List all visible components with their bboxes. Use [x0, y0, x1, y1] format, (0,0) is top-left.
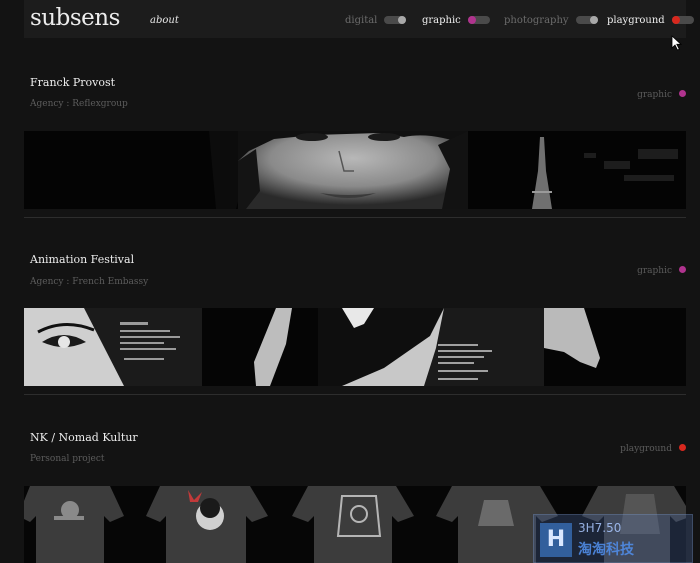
about-link[interactable]: about — [150, 15, 179, 26]
project-card[interactable]: Animation Festival Agency : French Embas… — [24, 252, 686, 388]
filter-toggle[interactable] — [671, 16, 694, 24]
banner-graphic — [24, 131, 686, 209]
project-category: graphic — [637, 90, 672, 100]
project-title[interactable]: Animation Festival — [30, 253, 134, 266]
project-banner-image[interactable] — [24, 131, 686, 209]
filter-label: digital — [345, 14, 378, 26]
project-category: graphic — [637, 266, 672, 276]
site-watermark: H 3H7.50 淘淘科技 — [533, 514, 693, 563]
filter-label: playground — [607, 14, 665, 26]
project-card[interactable]: Franck Provost Agency : Reflexgroup grap… — [24, 74, 686, 210]
section-divider — [24, 394, 686, 395]
mouse-pointer-icon — [671, 35, 682, 51]
watermark-brand: 淘淘科技 — [578, 542, 634, 558]
site-logo[interactable]: subsens — [30, 5, 120, 31]
filter-digital[interactable]: digital — [345, 14, 407, 26]
section-divider — [24, 217, 686, 218]
category-dot — [679, 266, 686, 273]
watermark-logo-icon: H — [540, 523, 572, 557]
filter-toggle[interactable] — [467, 16, 490, 24]
category-dot — [679, 444, 686, 451]
filter-graphic[interactable]: graphic — [422, 14, 490, 26]
toggle-knob — [398, 16, 407, 24]
category-dot — [679, 90, 686, 97]
toggle-knob — [589, 16, 598, 24]
watermark-text: 3H7.50 — [578, 521, 622, 535]
project-category: playground — [620, 444, 672, 454]
project-subtitle: Agency : French Embassy — [30, 277, 149, 287]
filter-toggle[interactable] — [575, 16, 598, 24]
site-header: subsens about digital graphic photograph… — [24, 0, 694, 38]
filter-playground[interactable]: playground — [607, 14, 694, 26]
filter-label: photography — [504, 14, 569, 26]
project-title[interactable]: Franck Provost — [30, 76, 115, 89]
filter-label: graphic — [422, 14, 461, 26]
toggle-knob — [671, 16, 680, 24]
filter-toggle[interactable] — [384, 16, 407, 24]
banner-graphic — [24, 308, 686, 386]
project-title[interactable]: NK / Nomad Kultur — [30, 431, 138, 444]
project-subtitle: Personal project — [30, 454, 105, 464]
project-banner-image[interactable] — [24, 308, 686, 386]
toggle-knob — [467, 16, 476, 24]
project-subtitle: Agency : Reflexgroup — [30, 99, 128, 109]
filter-photography[interactable]: photography — [504, 14, 598, 26]
